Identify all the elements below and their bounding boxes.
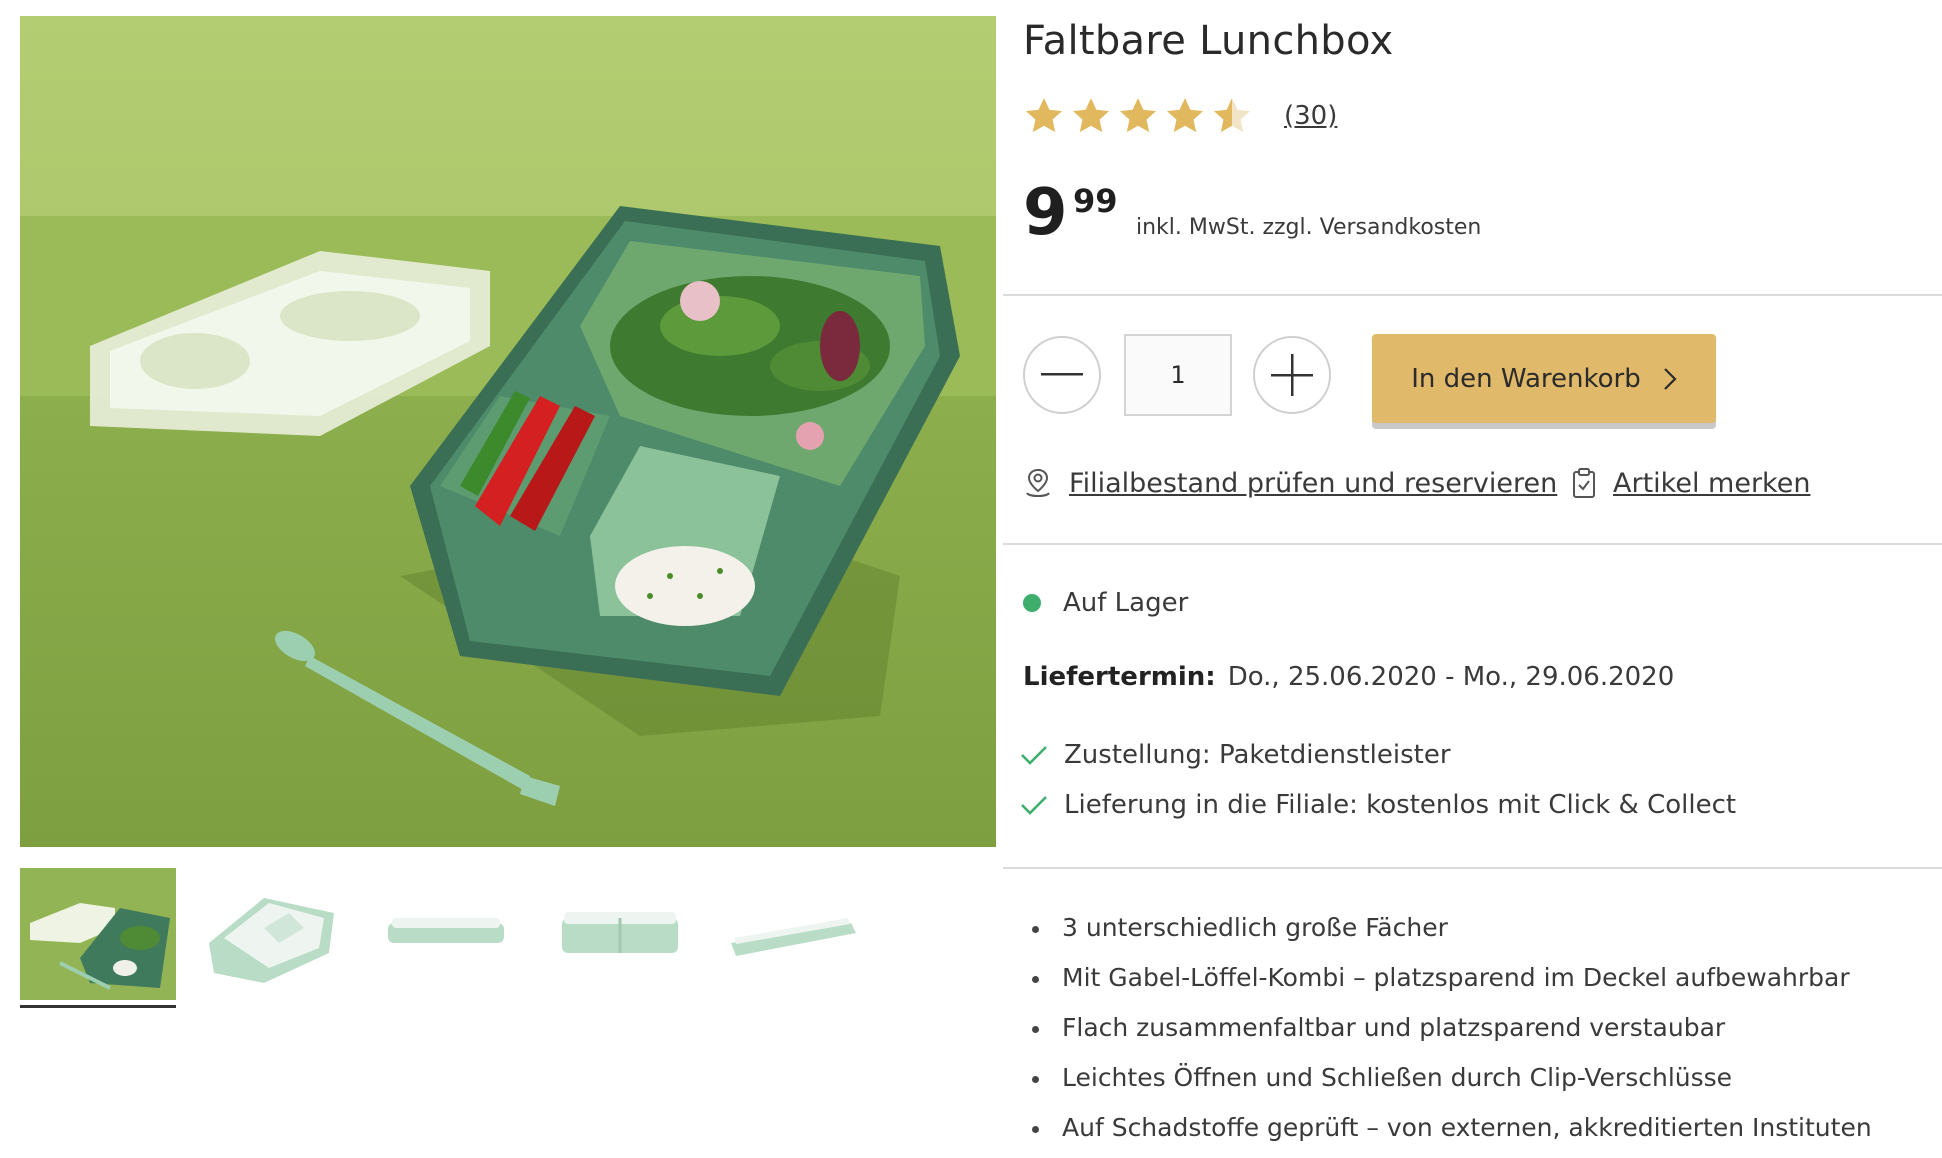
store-location-icon — [1026, 468, 1050, 497]
shipping-option: Lieferung in die Filiale: kostenlos mit … — [1020, 790, 1736, 820]
review-count-link[interactable]: (30) — [1284, 101, 1337, 131]
shipping-option: Zustellung: Paketdienstleister — [1020, 740, 1451, 770]
delivery-label: Liefertermin: — [1023, 662, 1216, 692]
star-half-icon — [1213, 98, 1251, 133]
stock-label: Auf Lager — [1063, 588, 1189, 618]
add-to-cart-label: In den Warenkorb — [1411, 363, 1641, 394]
product-main-image[interactable] — [20, 16, 996, 847]
stock-status: Auf Lager — [1023, 588, 1188, 618]
minus-icon — [1041, 373, 1083, 376]
quantity-increase-button[interactable] — [1253, 336, 1331, 414]
star-icon — [1119, 98, 1157, 133]
add-to-cart-button[interactable]: In den Warenkorb — [1372, 334, 1716, 423]
chevron-right-icon — [1663, 367, 1677, 390]
feature-item: 3 unterschiedlich große Fächer — [1030, 908, 1872, 958]
divider — [1003, 543, 1942, 545]
star-icon — [1025, 98, 1063, 133]
thumbnail-4[interactable] — [542, 868, 698, 1000]
thumbnail-1[interactable] — [20, 868, 176, 1008]
save-item-link[interactable]: Artikel merken — [1571, 467, 1810, 499]
thumbnail-gallery — [20, 868, 1000, 1008]
divider — [1003, 867, 1942, 869]
feature-list: 3 unterschiedlich große Fächer Mit Gabel… — [1030, 908, 1872, 1158]
feature-item: Mit Gabel-Löffel-Kombi – platzsparend im… — [1030, 958, 1872, 1008]
price-note: inkl. MwSt. zzgl. Versandkosten — [1136, 215, 1482, 240]
price-decimal: 99 — [1073, 182, 1118, 220]
save-item-label: Artikel merken — [1613, 467, 1811, 499]
quantity-decrease-button[interactable] — [1023, 336, 1101, 414]
check-store-stock-label: Filialbestand prüfen und reservieren — [1069, 467, 1558, 499]
star-icon — [1072, 98, 1110, 133]
shipping-option-label: Zustellung: Paketdienstleister — [1064, 740, 1451, 770]
check-icon — [1021, 796, 1047, 815]
delivery-date: Liefertermin: Do., 25.06.2020 - Mo., 29.0… — [1023, 662, 1674, 692]
star-icon — [1166, 98, 1204, 133]
thumbnail-3[interactable] — [368, 868, 524, 1000]
product-title: Faltbare Lunchbox — [1023, 18, 1394, 64]
feature-item: Flach zusammenfaltbar und platzsparend v… — [1030, 1008, 1872, 1058]
shipping-option-label: Lieferung in die Filiale: kostenlos mit … — [1064, 790, 1737, 820]
price-integer: 9 — [1023, 176, 1068, 250]
feature-item: Auf Schadstoffe geprüft – von externen, … — [1030, 1108, 1872, 1158]
plus-icon — [1271, 354, 1313, 396]
delivery-dates: Do., 25.06.2020 - Mo., 29.06.2020 — [1227, 662, 1675, 692]
thumbnail-2[interactable] — [194, 868, 350, 1000]
check-icon — [1021, 746, 1047, 765]
check-store-stock-link[interactable]: Filialbestand prüfen und reservieren — [1023, 467, 1557, 499]
rating[interactable]: (30) — [1023, 92, 1337, 140]
thumbnail-5[interactable] — [716, 868, 872, 1000]
divider — [1003, 294, 1942, 296]
clipboard-icon — [1573, 468, 1595, 498]
quantity-input[interactable] — [1124, 334, 1232, 416]
stock-indicator-dot — [1023, 594, 1041, 612]
feature-item: Leichtes Öffnen und Schließen durch Clip… — [1030, 1058, 1872, 1108]
